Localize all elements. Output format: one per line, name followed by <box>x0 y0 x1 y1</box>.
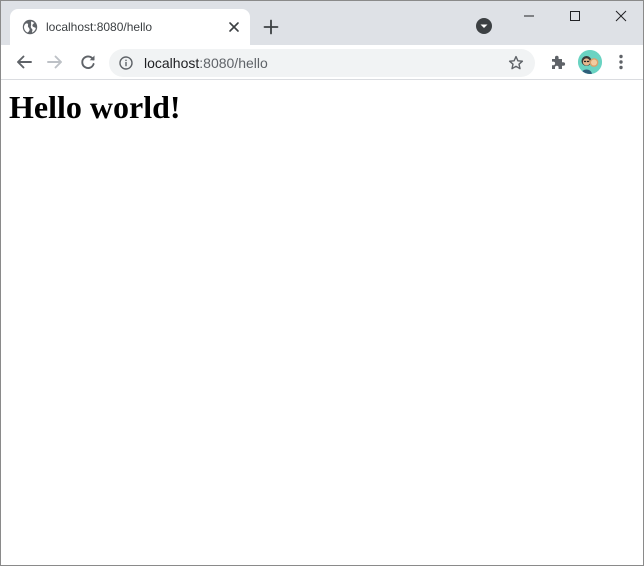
reload-icon[interactable] <box>78 52 98 72</box>
star-icon[interactable] <box>508 55 524 71</box>
close-icon[interactable] <box>609 5 633 27</box>
browser-window: localhost:8080/hello localhost:8080/hell… <box>0 0 644 566</box>
minimize-icon[interactable] <box>517 5 541 27</box>
toolbar: localhost:8080/hello <box>1 45 643 80</box>
url-host: localhost <box>144 55 200 71</box>
url-path: :8080/hello <box>199 55 268 71</box>
tab-active[interactable]: localhost:8080/hello <box>10 9 250 45</box>
arrow-left-icon[interactable] <box>14 52 34 72</box>
plus-icon[interactable] <box>260 16 282 38</box>
chevron-down-circle-icon[interactable] <box>475 17 493 35</box>
maximize-icon[interactable] <box>563 5 587 27</box>
profile-avatar[interactable] <box>578 50 602 74</box>
puzzle-icon[interactable] <box>549 53 567 71</box>
avatar-icon <box>578 50 602 74</box>
address-bar[interactable]: localhost:8080/hello <box>109 49 535 77</box>
globe-icon <box>22 19 38 35</box>
kebab-menu-icon[interactable] <box>613 52 629 72</box>
close-icon[interactable] <box>225 18 243 36</box>
arrow-right-icon[interactable] <box>45 52 65 72</box>
page-viewport: Hello world! <box>1 81 643 565</box>
tab-title: localhost:8080/hello <box>46 20 153 34</box>
tab-strip: localhost:8080/hello <box>1 1 643 45</box>
address-url[interactable]: localhost:8080/hello <box>144 55 268 71</box>
info-icon[interactable] <box>119 56 133 70</box>
page-heading: Hello world! <box>9 89 181 125</box>
